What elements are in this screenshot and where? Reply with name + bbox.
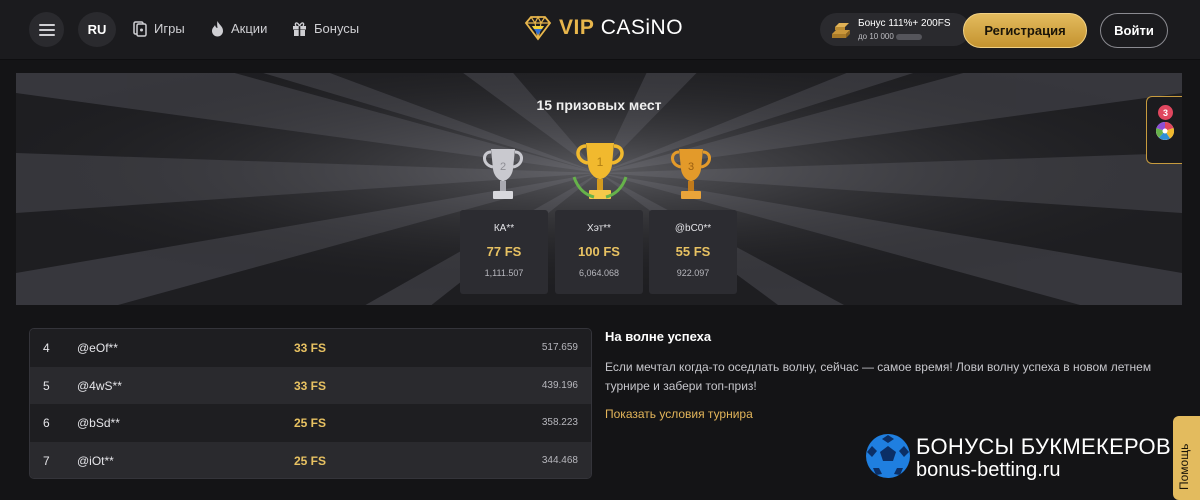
- table-row: 6 @bSd** 25 FS 358.223: [30, 404, 591, 442]
- nav-item-promotions[interactable]: Акции: [210, 20, 267, 37]
- bonus-offer[interactable]: Бонус 111%+ 200FS до 10 000: [820, 13, 970, 46]
- gift-icon: [293, 22, 306, 36]
- rank: 5: [43, 378, 50, 393]
- fortune-wheel-widget[interactable]: 3: [1146, 96, 1182, 164]
- tournament-hero: 15 призовых мест 2 1 3 КА** 77 FS 1,111.…: [16, 73, 1182, 305]
- winner-name: КА**: [493, 223, 515, 234]
- prize-fs: 25 FS: [294, 453, 327, 468]
- language-button[interactable]: RU: [78, 12, 116, 47]
- leaderboard-table: 4 @eOf** 33 FS 517.659 5 @4wS** 33 FS 43…: [29, 328, 592, 479]
- table-row: 5 @4wS** 33 FS 439.196: [30, 366, 591, 404]
- soccer-ball-icon: [866, 434, 910, 478]
- login-button[interactable]: Войти: [1100, 13, 1168, 48]
- show-conditions-link[interactable]: Показать условия турнира: [605, 407, 753, 421]
- svg-text:1: 1: [597, 155, 604, 169]
- logo-text: VIP CASiNO: [559, 16, 684, 39]
- prize-fs: 77 FS: [486, 244, 522, 259]
- rank: 4: [43, 341, 50, 355]
- silver-trophy-icon: 2: [483, 149, 523, 199]
- prize-fs: 33 FS: [294, 341, 327, 355]
- winner-points: 6,064.068: [578, 268, 620, 278]
- winner-points: 1,111.507: [484, 268, 524, 278]
- svg-text:2: 2: [500, 161, 506, 173]
- gold-trophy-icon: 1: [572, 143, 628, 199]
- points: 439.196: [541, 379, 578, 391]
- username: @eOf**: [77, 341, 118, 355]
- diamond-logo-icon: [524, 15, 552, 41]
- winner-name: @bC0**: [674, 223, 712, 234]
- nav-label: Акции: [231, 21, 268, 36]
- notification-badge: 3: [1158, 105, 1173, 120]
- top-header: RU Игры Акции Бонусы VIP CASiNO Бонус 11…: [0, 0, 1200, 60]
- rank: 6: [43, 416, 50, 430]
- points: 517.659: [541, 342, 578, 353]
- prize-fs: 25 FS: [294, 416, 327, 430]
- rank: 7: [43, 453, 50, 468]
- table-row: 7 @iOt** 25 FS 344.468: [30, 441, 591, 478]
- help-button[interactable]: Помощь: [1173, 416, 1200, 500]
- site-logo[interactable]: VIP CASiNO: [523, 14, 683, 42]
- username: @iOt**: [77, 453, 114, 468]
- hamburger-icon: [38, 23, 55, 26]
- podium-card-2: КА** 77 FS 1,111.507: [460, 210, 548, 294]
- points: 358.223: [541, 417, 578, 428]
- fortune-wheel-icon: [1156, 121, 1175, 140]
- flame-icon: [212, 21, 223, 37]
- svg-text:3: 3: [688, 161, 694, 173]
- tournament-description: Если мечтал когда-то оседлать волну, сей…: [605, 360, 1152, 393]
- gold-bars-icon: [832, 23, 850, 38]
- nav-item-games[interactable]: Игры: [131, 20, 185, 37]
- bronze-trophy-icon: 3: [671, 149, 711, 199]
- prize-places-title: 15 призовых мест: [536, 97, 662, 113]
- register-button[interactable]: Регистрация: [963, 13, 1087, 48]
- watermark: БОНУСЫ БУКМЕКЕРОВ bonus-betting.ru: [864, 432, 1174, 484]
- nav-label: Бонусы: [314, 21, 360, 36]
- podium-card-3: @bC0** 55 FS 922.097: [649, 210, 737, 294]
- nav-label: Игры: [154, 21, 185, 36]
- prize-fs: 33 FS: [294, 378, 327, 393]
- podium-card-1: Хэт** 100 FS 6,064.068: [555, 210, 643, 294]
- help-label: Помощь: [1177, 443, 1191, 490]
- prize-fs: 100 FS: [578, 244, 620, 259]
- nav-item-bonuses[interactable]: Бонусы: [291, 20, 359, 37]
- games-icon: [133, 21, 147, 37]
- winner-points: 922.097: [676, 268, 710, 278]
- table-row: 4 @eOf** 33 FS 517.659: [30, 329, 591, 367]
- tournament-title: На волне успеха: [605, 329, 712, 344]
- winner-name: Хэт**: [587, 223, 611, 234]
- prize-fs: 55 FS: [675, 244, 711, 259]
- points: 344.468: [541, 454, 578, 466]
- menu-button[interactable]: [29, 12, 64, 47]
- username: @4wS**: [77, 378, 122, 393]
- username: @bSd**: [77, 416, 120, 430]
